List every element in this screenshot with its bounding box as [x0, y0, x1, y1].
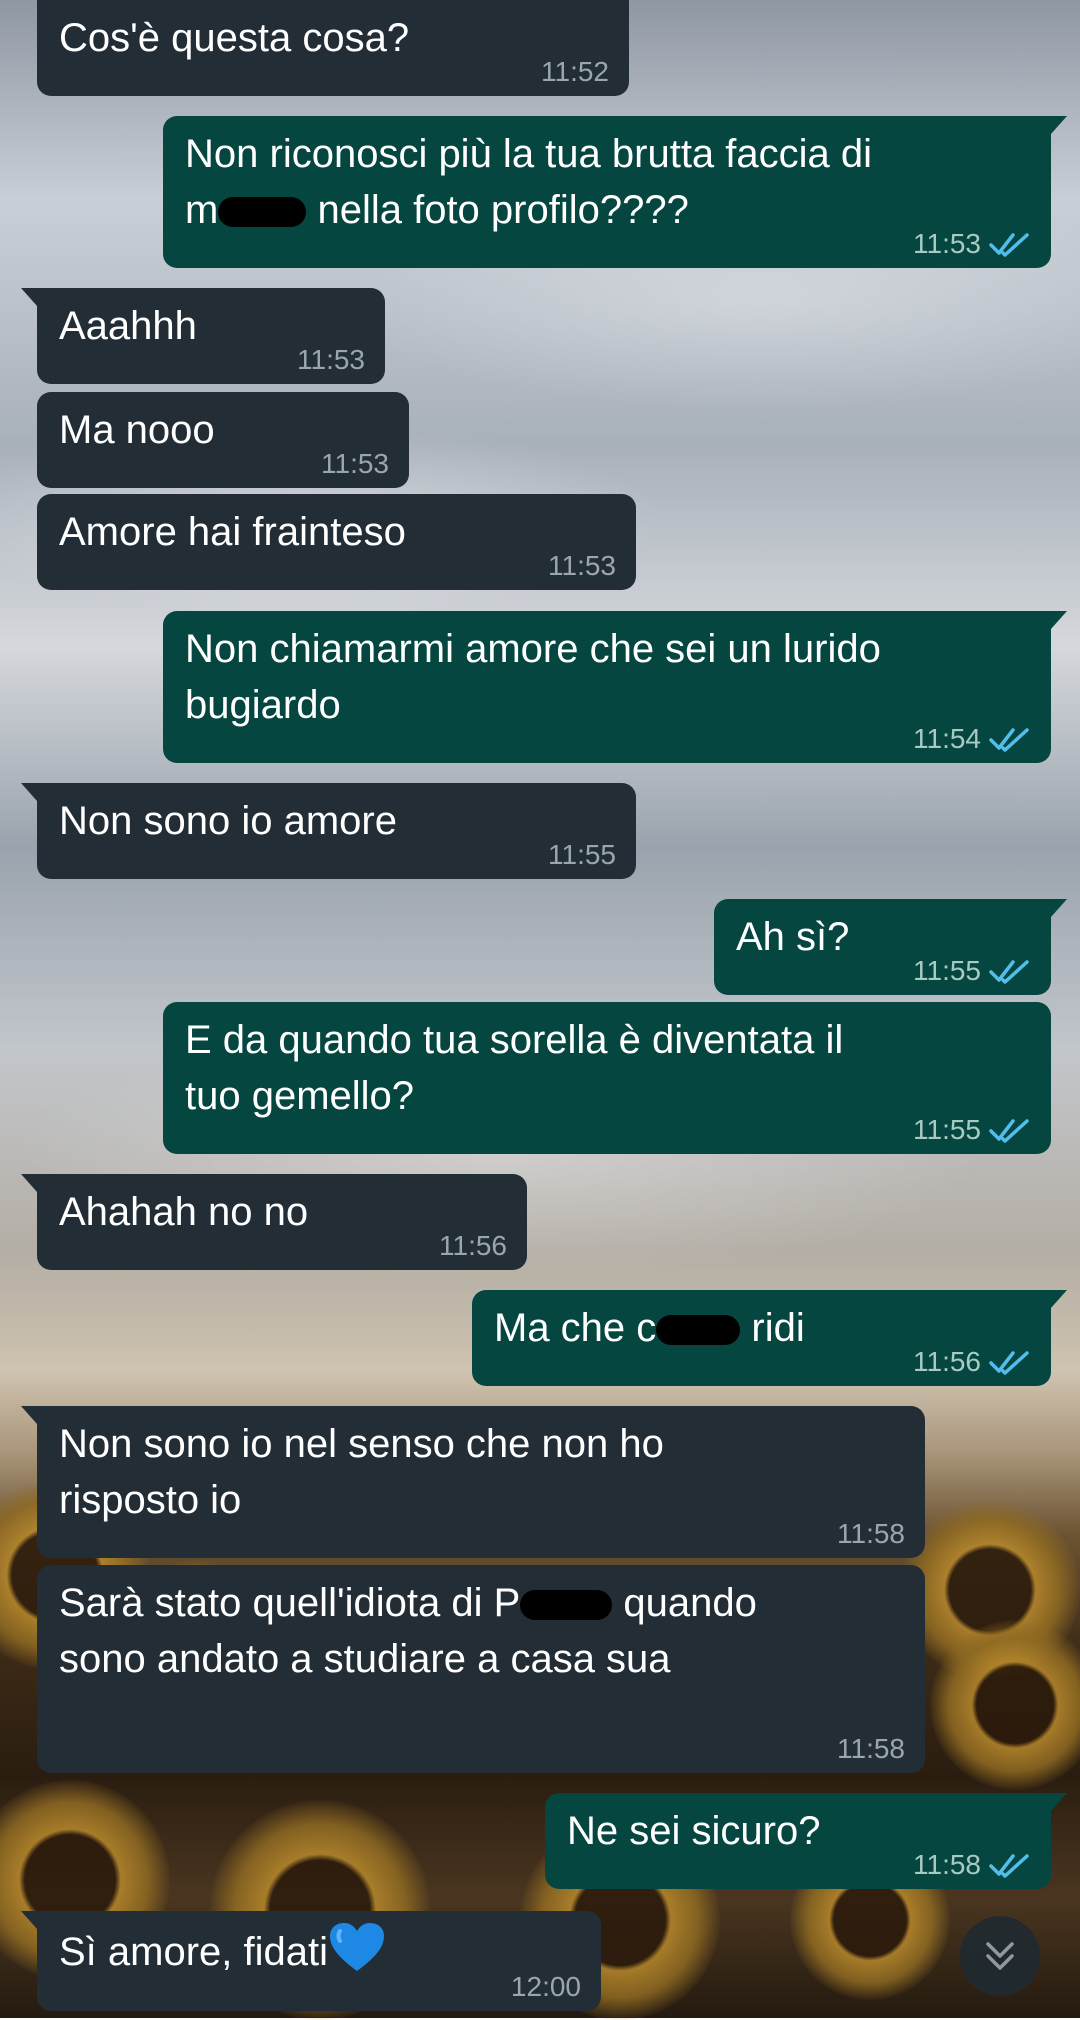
- message-time: 11:55: [913, 955, 981, 986]
- read-ticks-icon: [989, 1351, 1029, 1375]
- message-time: 12:00: [510, 1971, 581, 2002]
- message-incoming[interactable]: Non sono io amore 11:55: [21, 783, 636, 879]
- message-incoming[interactable]: Amore hai frainteso 11:53: [37, 494, 636, 590]
- message-text-line: sono andato a studiare a casa sua: [59, 1637, 671, 1681]
- message-outgoing[interactable]: Ah sì? 11:55: [714, 899, 1067, 995]
- message-text: Cos'è questa cosa?: [59, 16, 410, 60]
- message-incoming[interactable]: Sì amore, fidati 12:00: [21, 1911, 601, 2011]
- message-outgoing[interactable]: Non riconosci più la tua brutta faccia d…: [163, 116, 1067, 268]
- message-text-fragment: Ma che c: [494, 1306, 657, 1350]
- scroll-to-bottom-button[interactable]: [960, 1916, 1040, 1996]
- redaction-mark: [520, 1590, 613, 1620]
- message-text-fragment: m: [185, 188, 219, 232]
- message-time: 11:58: [913, 1849, 981, 1880]
- message-incoming[interactable]: Ma nooo 11:53: [37, 392, 409, 488]
- message-text: Non sono io nel senso che non ho rispost…: [59, 1422, 664, 1522]
- message-text: Non sono io amore: [59, 799, 397, 843]
- message-incoming[interactable]: Cos'è questa cosa? 11:52: [37, 0, 629, 96]
- message-time: 11:54: [913, 723, 981, 754]
- message-time: 11:53: [297, 344, 365, 375]
- read-ticks-icon: [989, 1119, 1029, 1143]
- message-outgoing[interactable]: E da quando tua sorella è diventata il t…: [163, 1002, 1051, 1154]
- message-text-fragment: nella foto profilo????: [317, 188, 689, 232]
- read-ticks-icon: [989, 728, 1029, 752]
- message-text: Amore hai frainteso: [59, 510, 406, 554]
- redaction-mark: [218, 197, 307, 227]
- message-time: 11:58: [837, 1518, 905, 1549]
- message-time: 11:53: [913, 228, 981, 259]
- redaction-mark: [656, 1315, 741, 1345]
- message-time: 11:55: [913, 1114, 981, 1145]
- message-outgoing[interactable]: Ma che c ridi 11:56: [472, 1290, 1067, 1386]
- message-time: 11:53: [548, 550, 616, 581]
- message-time: 11:58: [837, 1733, 905, 1764]
- message-outgoing[interactable]: Ne sei sicuro? 11:58: [545, 1793, 1067, 1889]
- read-ticks-icon: [989, 960, 1029, 984]
- message-text-fragment: quando: [623, 1581, 757, 1625]
- double-chevron-down-icon: [986, 1942, 1014, 1970]
- message-incoming[interactable]: Non sono io nel senso che non ho rispost…: [21, 1406, 925, 1558]
- read-ticks-icon: [989, 233, 1029, 257]
- message-text: E da quando tua sorella è diventata il t…: [185, 1018, 844, 1118]
- message-text-fragment: Sarà stato quell'idiota di P: [59, 1581, 521, 1625]
- message-incoming[interactable]: Sarà stato quell'idiota di P quando sono…: [37, 1565, 925, 1773]
- message-outgoing[interactable]: Non chiamarmi amore che sei un lurido bu…: [163, 611, 1067, 763]
- message-incoming[interactable]: Ahahah no no 11:56: [21, 1174, 527, 1270]
- message-time: 11:53: [321, 448, 389, 479]
- message-time: 11:55: [548, 839, 616, 870]
- message-text: Non chiamarmi amore che sei un lurido bu…: [185, 627, 881, 727]
- message-text-line: Non riconosci più la tua brutta faccia d…: [185, 132, 873, 176]
- message-time: 11:52: [541, 56, 609, 87]
- message-text: Sì amore, fidati: [59, 1930, 329, 1974]
- read-ticks-icon: [989, 1854, 1029, 1878]
- message-time: 11:56: [913, 1346, 981, 1377]
- message-time: 11:56: [439, 1230, 507, 1261]
- message-text-fragment: ridi: [751, 1306, 805, 1350]
- blue-heart-emoji-icon: [330, 1923, 385, 1971]
- message-incoming[interactable]: Aaahhh 11:53: [21, 288, 385, 384]
